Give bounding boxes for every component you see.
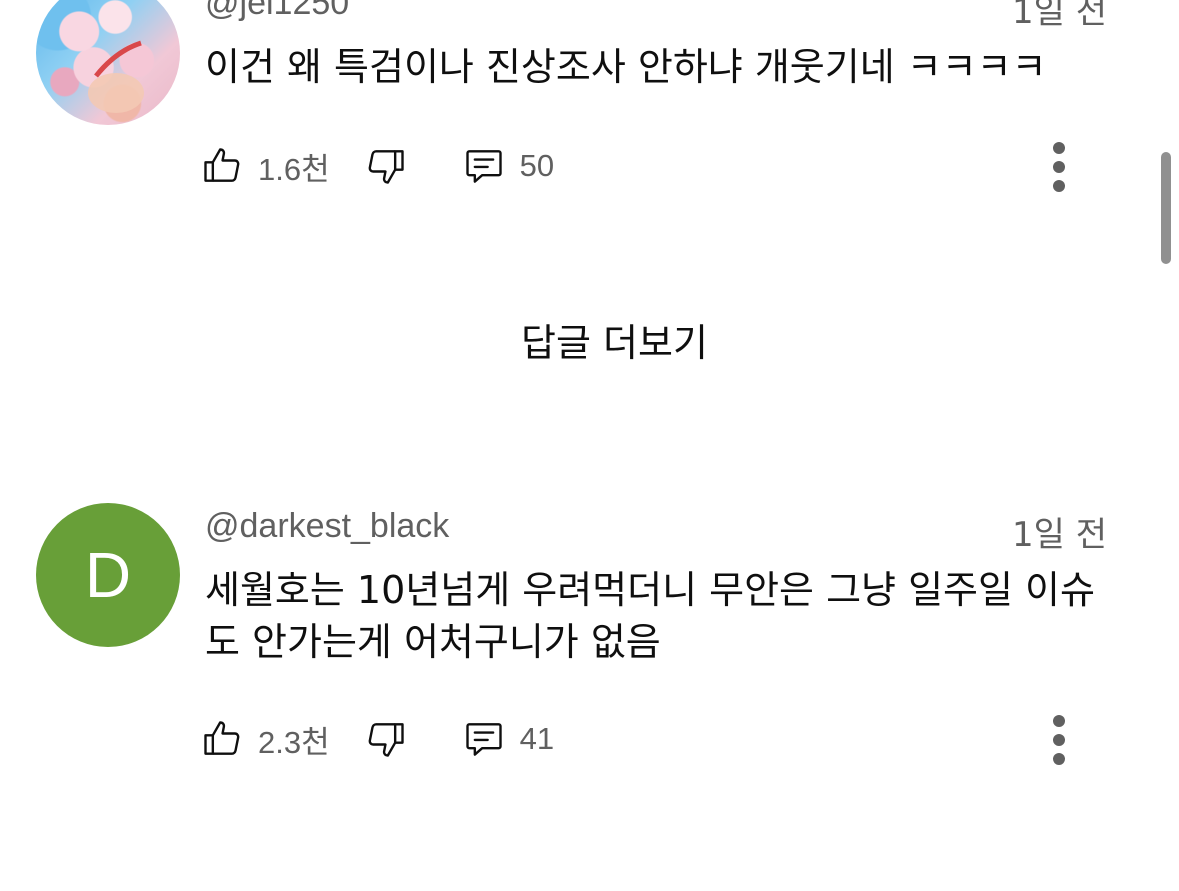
comment-time: 1일 전 <box>1012 0 1107 32</box>
reply-count: 50 <box>519 148 555 183</box>
cherry-blossom-photo <box>88 40 144 113</box>
thumbs-down-icon[interactable] <box>364 144 408 188</box>
more-vertical-icon[interactable] <box>1039 711 1079 771</box>
comment-actions: 2.3천 41 <box>200 714 554 764</box>
like-count: 1.6천 <box>258 151 330 187</box>
avatar-initial: D <box>84 539 132 611</box>
comment-text: 이건 왜 특검이나 진상조사 안하냐 개웃기네 ㅋㅋㅋㅋ <box>205 45 1047 89</box>
reply-count: 41 <box>519 721 555 756</box>
comment-text: 세월호는 10년넘게 우려먹더니 무안은 그냥 일주일 이슈도 안가는게 어처구… <box>205 568 1095 664</box>
comment-actions: 1.6천 50 <box>200 141 554 191</box>
like-count: 2.3천 <box>258 724 330 760</box>
comment-icon[interactable] <box>462 717 506 761</box>
more-replies-button[interactable]: 답글 더보기 <box>0 312 1179 367</box>
comment-author[interactable]: @jel1250 <box>205 0 349 23</box>
thumbs-up-icon[interactable] <box>200 144 244 188</box>
comment-time: 1일 전 <box>1012 515 1107 555</box>
more-vertical-icon[interactable] <box>1039 138 1079 198</box>
comment-icon[interactable] <box>462 144 506 188</box>
avatar[interactable] <box>36 0 180 125</box>
thumbs-up-icon[interactable] <box>200 717 244 761</box>
avatar[interactable]: D <box>36 503 180 647</box>
scrollbar[interactable] <box>1161 152 1171 264</box>
thumbs-down-icon[interactable] <box>364 717 408 761</box>
comment-author[interactable]: @darkest_black <box>205 507 449 546</box>
